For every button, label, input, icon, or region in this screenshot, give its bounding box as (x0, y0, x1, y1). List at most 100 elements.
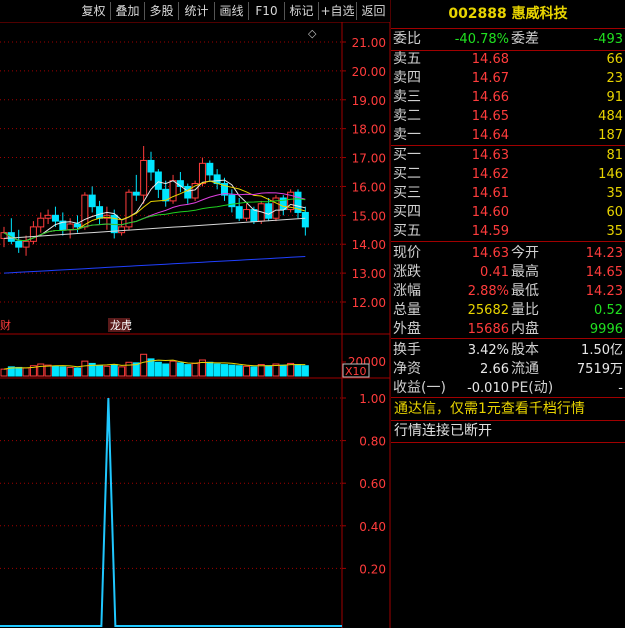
candle-body (66, 223, 74, 231)
candle-body (132, 191, 140, 196)
level-label: 买五 (393, 223, 421, 239)
volume-unit-label: X10 (345, 365, 367, 378)
level-price: 14.65 (471, 109, 509, 124)
buy-level[interactable]: 买二 14.62 146 (391, 165, 625, 184)
sell-level[interactable]: 卖三 14.66 91 (391, 88, 625, 107)
candle-body (206, 162, 214, 176)
level-volume: 60 (606, 205, 623, 220)
volume-bar (265, 365, 273, 377)
level-label: 卖五 (393, 51, 421, 67)
price-tick-label: 20.00 (352, 65, 386, 79)
volume-bar (110, 364, 118, 377)
level-volume: 146 (598, 167, 623, 182)
stock-title: 002888 惠威科技 (391, 0, 625, 28)
upgrade-ad-link[interactable]: 通达信，仅需1元查看千档行情 (391, 398, 625, 420)
statistics-button[interactable]: 统计 (179, 2, 215, 20)
candle-body (250, 209, 258, 222)
level-price: 14.59 (471, 224, 509, 239)
weibi-row: 委比 -40.78% 委差 -493 (391, 28, 625, 51)
level-label: 买四 (393, 204, 421, 220)
level-price: 14.62 (471, 167, 509, 182)
dragon-tiger-tag: 龙虎 (110, 319, 132, 332)
volume-bar (0, 368, 8, 377)
candle-body (44, 214, 52, 219)
price-tick-label: 13.00 (352, 267, 386, 281)
candle-body (74, 223, 81, 228)
volume-bar (294, 364, 302, 377)
volume-bar (250, 366, 258, 377)
mark-button[interactable]: 标记 (285, 2, 319, 20)
volume-bar (287, 362, 295, 377)
draw-line-button[interactable]: 画线 (215, 2, 249, 20)
level-label: 卖四 (393, 70, 421, 86)
candle-body (22, 240, 30, 248)
sell-level[interactable]: 卖一 14.64 187 (391, 126, 625, 145)
volume-bar (206, 361, 214, 377)
level-label: 卖三 (393, 89, 421, 105)
f10-button[interactable]: F10 (249, 2, 285, 20)
volume-bar (140, 353, 148, 377)
price-tick-label: 14.00 (352, 238, 386, 252)
overlay-button[interactable]: 叠加 (111, 2, 145, 20)
level-volume: 91 (606, 90, 623, 105)
buy-level[interactable]: 买四 14.60 60 (391, 203, 625, 222)
candle-body (147, 159, 155, 173)
connection-status: 行情连接已断开 (394, 423, 492, 439)
buy-level[interactable]: 买三 14.61 35 (391, 184, 625, 203)
candle-body (243, 209, 251, 219)
candle-body (88, 194, 96, 208)
level-volume: 81 (606, 148, 623, 163)
back-button[interactable]: 返回 (357, 2, 390, 20)
indicator-tick-label: 0.40 (359, 520, 386, 534)
volume-bar (228, 364, 236, 377)
candle-body (118, 226, 126, 234)
candle-body (51, 214, 59, 222)
volume-bar (301, 365, 309, 377)
add-watchlist-button[interactable]: +自选 (319, 2, 357, 20)
buy-level[interactable]: 买五 14.59 35 (391, 222, 625, 241)
candle-body (154, 171, 162, 190)
indicator-tick-label: 0.20 (359, 562, 386, 576)
sell-level[interactable]: 卖四 14.67 23 (391, 69, 625, 88)
level-price: 14.68 (471, 52, 509, 67)
volume-bar (257, 364, 265, 377)
level-price: 14.61 (471, 186, 509, 201)
price-tick-label: 12.00 (352, 296, 386, 310)
volume-bar (22, 367, 30, 377)
volume-bar (59, 366, 67, 377)
volume-bar (44, 364, 52, 377)
level-price: 14.64 (471, 128, 509, 143)
weicha-label: 委差 (511, 31, 539, 47)
multi-stock-button[interactable]: 多股 (145, 2, 179, 20)
chart-toolbar: 复权 叠加 多股 统计 画线 F10 标记 +自选 返回 (0, 0, 390, 22)
volume-bar (235, 365, 243, 377)
finance-tag: 财 (0, 318, 11, 332)
volume-bar (51, 365, 59, 377)
candle-body (235, 206, 243, 219)
volume-bar (221, 364, 228, 377)
level-label: 买一 (393, 147, 421, 163)
volume-bar (81, 360, 89, 377)
level-volume: 66 (606, 52, 623, 67)
weibi-value: -40.78% (454, 32, 509, 47)
candle-body (184, 185, 192, 199)
candle-body (96, 206, 104, 219)
sell-level[interactable]: 卖五 14.68 66 (391, 50, 625, 69)
level-volume: 187 (598, 128, 623, 143)
buy-level[interactable]: 买一 14.63 81 (391, 146, 625, 165)
stock-name: 惠威科技 (511, 6, 568, 22)
sell-level[interactable]: 卖二 14.65 484 (391, 107, 625, 126)
volume-bar (66, 366, 74, 377)
weicha-value: -493 (593, 32, 623, 47)
level-volume: 35 (606, 224, 623, 239)
restore-rights-button[interactable]: 复权 (77, 2, 111, 20)
kline-chart[interactable]: 21.00 20.00 19.00 18.00 17.00 16.00 15.00 14.00… (0, 0, 391, 628)
candle-body (140, 159, 148, 196)
level-volume: 484 (598, 109, 623, 124)
volume-bar (154, 361, 162, 377)
ma60-line (3, 217, 306, 239)
divider (391, 442, 625, 443)
level-volume: 23 (606, 71, 623, 86)
level-price: 14.63 (471, 148, 509, 163)
volume-bar (37, 363, 45, 377)
